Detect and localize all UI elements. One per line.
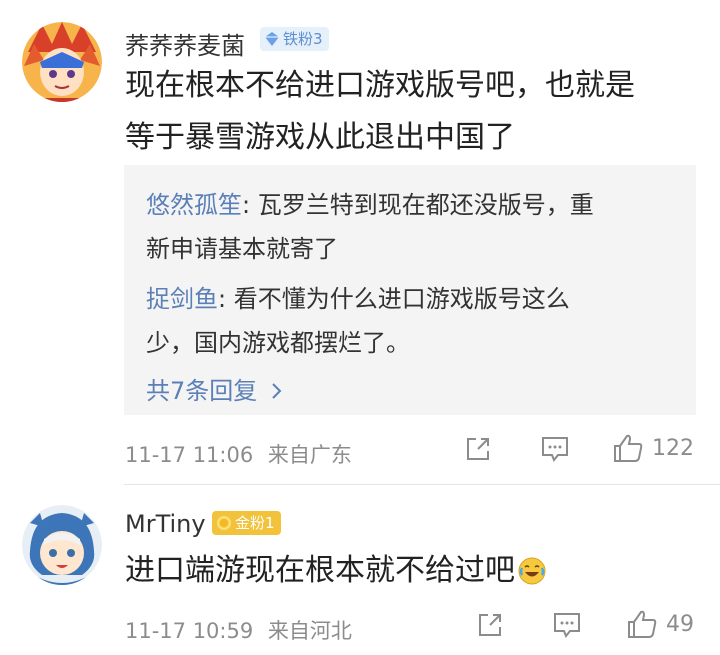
comment-icon: [542, 437, 568, 462]
username[interactable]: MrTiny: [125, 510, 206, 538]
like-count: 49: [666, 611, 694, 637]
avatar[interactable]: [22, 22, 102, 102]
comment-icon: [554, 613, 580, 638]
fan-badge[interactable]: 铁粉3: [260, 27, 329, 51]
comment-button[interactable]: [552, 611, 582, 639]
comment-text: 现在根本不给进口游戏版号吧，也就是 等于暴雪游戏从此退出中国了: [125, 68, 635, 155]
location: 来自广东: [267, 443, 352, 467]
comment-item: MrTiny 金粉1 进口端游现在根本就不给过吧 11-17 10:59 来自河…: [0, 485, 720, 655]
reply-item[interactable]: 悠然孤笙: 瓦罗兰特到现在都还没版号，重 新申请基本就寄了: [146, 183, 674, 271]
diamond-icon: [265, 32, 279, 46]
like-icon: [614, 434, 643, 462]
comment-text: 进口端游现在根本就不给过吧: [125, 545, 547, 597]
username[interactable]: 荞荞荞麦菌: [125, 26, 245, 61]
location: 来自河北: [267, 619, 352, 643]
share-button[interactable]: [476, 611, 504, 639]
timestamp: 11-17 10:59: [125, 619, 254, 643]
avatar[interactable]: [22, 505, 102, 585]
share-icon: [479, 614, 501, 636]
fan-badge[interactable]: 金粉1: [212, 511, 281, 535]
reply-author[interactable]: 悠然孤笙: [146, 191, 242, 219]
like-button[interactable]: 122: [612, 432, 694, 464]
coin-icon: [217, 516, 231, 530]
like-count: 122: [652, 435, 694, 461]
badge-label: 金粉1: [235, 514, 275, 532]
comment-meta: 11-17 10:59 来自河北: [125, 615, 352, 645]
like-icon: [628, 610, 657, 638]
reply-preview[interactable]: 悠然孤笙: 瓦罗兰特到现在都还没版号，重 新申请基本就寄了 捉剑鱼: 看不懂为什…: [124, 165, 696, 415]
reply-author[interactable]: 捉剑鱼: [146, 285, 218, 313]
comment-button[interactable]: [540, 435, 570, 463]
comment-meta: 11-17 11:06 来自广东: [125, 439, 352, 469]
reply-item[interactable]: 捉剑鱼: 看不懂为什么进口游戏版号这么 少，国内游戏都摆烂了。: [146, 277, 674, 365]
comment-item: 荞荞荞麦菌 铁粉3 现在根本不给进口游戏版号吧，也就是 等于暴雪游戏从此退出中国…: [0, 0, 720, 480]
share-icon: [467, 438, 489, 460]
timestamp: 11-17 11:06: [125, 443, 254, 467]
laugh-cry-emoji: [518, 557, 546, 585]
share-button[interactable]: [464, 435, 492, 463]
chevron-right-icon: [272, 383, 282, 399]
badge-label: 铁粉3: [283, 30, 323, 48]
more-replies-link[interactable]: 共7条回复: [146, 371, 674, 411]
like-button[interactable]: 49: [626, 608, 694, 640]
